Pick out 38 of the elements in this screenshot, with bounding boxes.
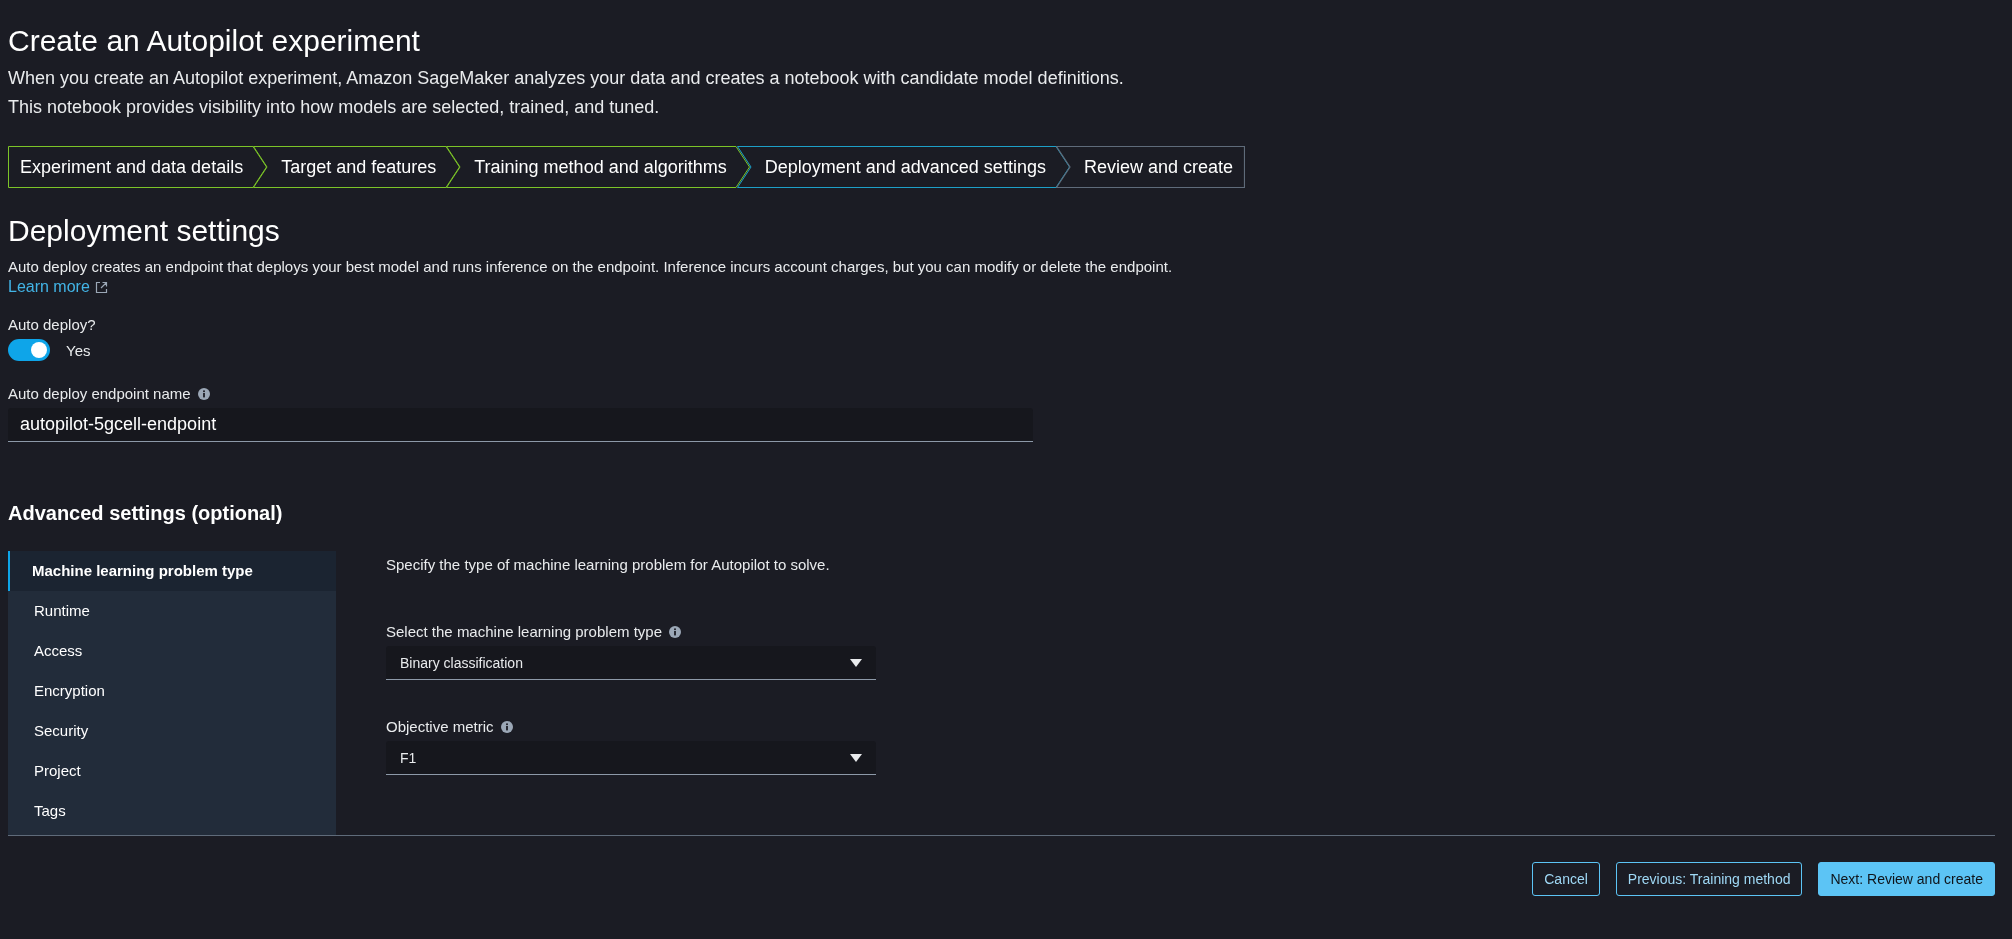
wizard-step[interactable]: Target and features [253, 146, 461, 188]
info-icon [197, 387, 210, 400]
page-description: When you create an Autopilot experiment, Amazon SageMaker analyzes your data and creates a notebook with candidate model definitions. [8, 68, 1124, 89]
page-description: This notebook provides visibility into how models are selected, trained, and tuned. [8, 97, 660, 118]
page-title: Create an Autopilot experiment [8, 24, 420, 58]
sidebar-item[interactable]: Tags [8, 791, 336, 831]
field-label: Auto deploy endpoint name [8, 385, 191, 402]
wizard-step[interactable]: Review and create [1055, 146, 1245, 188]
sidebar-item[interactable]: Runtime [8, 591, 336, 631]
info-icon [500, 720, 513, 733]
caret-icon [850, 658, 862, 667]
section-description: Auto deploy creates an endpoint that deploys your best model and runs inference on the endpoint. Inference incurs account charges, but you can modify or delete the endpoint. [8, 258, 1173, 275]
sidebar-item[interactable]: Access [8, 631, 336, 671]
info-icon [669, 625, 681, 638]
wizard-step[interactable]: Deployment and advanced settings [736, 146, 1070, 188]
dropdown[interactable]: F1 [386, 741, 876, 775]
sidebar-item[interactable]: Project [8, 751, 336, 791]
wizard-step[interactable]: Experiment and data details [8, 146, 268, 188]
learn-more-link[interactable]: Learn more [8, 278, 108, 296]
sidebar-item[interactable]: Encryption [8, 671, 336, 711]
caret-icon [850, 753, 862, 762]
section-heading: Deployment settings [8, 214, 280, 248]
sidebar-item[interactable]: Machine learning problem type [8, 551, 336, 591]
section-heading: Advanced settings (optional) [8, 502, 283, 525]
footer-button[interactable]: Cancel [1532, 862, 1600, 896]
footer-button[interactable]: Previous: Training method [1615, 862, 1803, 896]
field-label: Auto deploy? [8, 316, 96, 333]
panel-description: Specify the type of machine learning problem for Autopilot to solve. [386, 556, 831, 573]
toggle-label: Yes [66, 341, 91, 359]
wizard-step[interactable]: Training method and algorithms [446, 146, 751, 188]
field-label: Select the machine learning problem type [386, 623, 662, 640]
field-label: Objective metric [386, 718, 494, 735]
toggle-switch[interactable] [8, 339, 50, 361]
external-link-icon [94, 280, 108, 294]
endpoint-name-input[interactable]: autopilot-5gcell-endpoint [8, 408, 1033, 442]
dropdown[interactable]: Binary classification [386, 646, 876, 680]
footer-button[interactable]: Next: Review and create [1818, 862, 1995, 896]
sidebar-item[interactable]: Security [8, 711, 336, 751]
